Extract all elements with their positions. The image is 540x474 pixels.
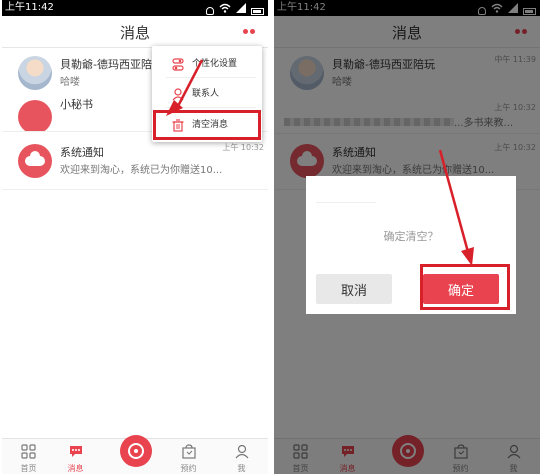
menu-item-contacts[interactable]: 联系人 [152,78,262,108]
tab-label: 消息 [67,464,84,473]
screen-right: 上午11:42 消息 貝勒爺-德玛西亚陪玩 哈喽 中午 11:39 ...多书来… [274,0,540,474]
grid-icon [21,444,37,459]
tab-booking[interactable]: 预约 [162,439,215,474]
cloud-icon [25,151,45,166]
dialog-message: 确定清空？ [383,230,439,243]
bag-icon [181,444,197,459]
settings-toggle-icon [172,56,184,71]
person-icon [234,444,250,459]
avatar [18,100,52,131]
app-header: 消息 [2,16,268,48]
conversation-item[interactable]: 系统通知 欢迎来到淘心，系统已为你赠送10... 上午 10:32 [2,138,268,190]
menu-item-personalize[interactable]: 个性化设置 [152,48,262,78]
chat-icon [68,444,84,459]
tab-label: 首页 [20,464,37,473]
tab-me[interactable]: 我 [215,439,268,474]
status-time: 上午11:42 [5,2,54,13]
menu-item-label: 个性化设置 [192,59,238,69]
conversation-name: 貝勒爺-德玛西亚陪玩 [60,58,163,71]
conversation-preview: 欢迎来到淘心，系统已为你赠送10... [60,165,223,176]
cancel-button[interactable]: 取消 [316,274,392,304]
person-icon [172,86,184,101]
avatar [18,56,52,90]
highlight-box [420,264,510,310]
conversation-name: 系统通知 [60,146,104,159]
battery-icon [251,7,264,15]
avatar [18,144,52,178]
page-title: 消息 [119,24,150,42]
menu-divider [166,107,256,108]
dialog-divider [316,202,376,203]
tab-home[interactable]: 首页 [2,439,55,474]
tab-bar: 首页 消息 预约 我 [2,435,268,474]
conversation-time: 上午 10:32 [222,143,264,152]
conversation-name: 小秘书 [60,98,93,111]
conversation-preview: 哈喽 [60,77,80,88]
disc-icon [128,443,144,459]
screen-left: 上午11:42 消息 貝勒爺-德玛西亚陪玩 哈喽 小秘书 系统通知 欢迎来到淘心… [2,0,268,474]
tab-label: 预约 [180,464,197,473]
tab-messages[interactable]: 消息 [49,439,102,474]
center-disc-button[interactable] [120,435,152,467]
alarm-icon [206,7,214,15]
more-menu-button[interactable] [238,24,260,38]
tab-label: 我 [237,464,246,473]
highlight-box [153,110,261,140]
status-bar: 上午11:42 [2,0,268,16]
menu-item-label: 联系人 [192,89,220,99]
